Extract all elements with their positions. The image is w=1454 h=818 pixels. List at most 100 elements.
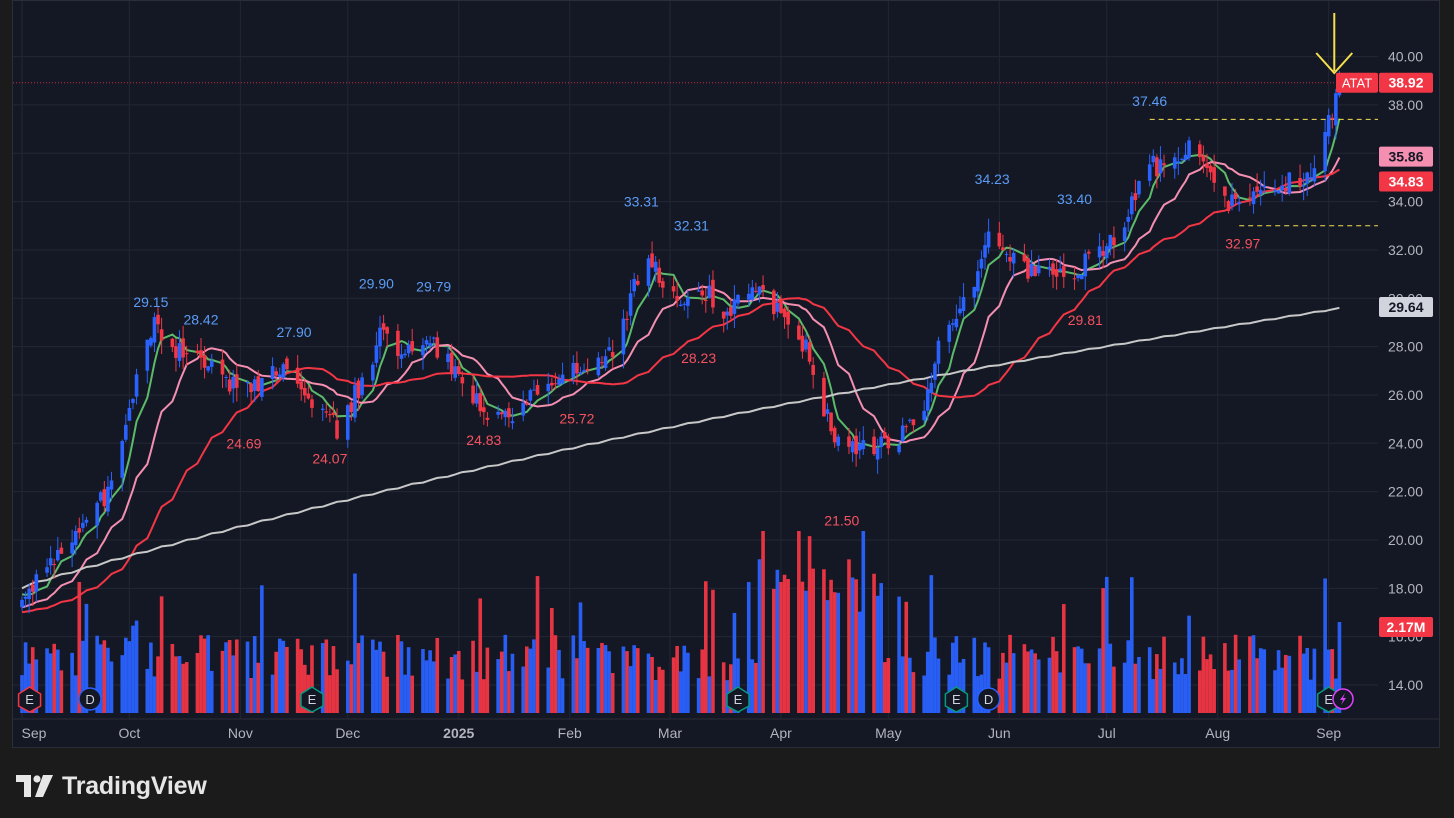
volume-bar: [646, 653, 651, 713]
volume-bar: [911, 672, 916, 713]
candle-body: [403, 353, 407, 356]
candle-body: [986, 231, 991, 248]
volume-bar: [1137, 657, 1141, 713]
candle-body: [152, 317, 157, 343]
candle-body: [20, 599, 24, 608]
candle-body: [81, 522, 85, 528]
volume-bar: [1212, 669, 1216, 713]
volume-bar: [184, 662, 189, 713]
earnings-icon-label: E: [952, 692, 961, 707]
volume-bar: [804, 590, 808, 713]
price-tag-value: 34.83: [1388, 174, 1423, 190]
volume-bar: [850, 577, 855, 713]
candle-body: [1047, 266, 1052, 270]
volume-bar: [546, 667, 551, 713]
candle-body: [825, 409, 830, 414]
volume-bar: [1147, 647, 1152, 713]
candle-body: [324, 411, 329, 413]
candle-body: [1112, 237, 1116, 246]
volume-bar: [1208, 654, 1213, 713]
candle-body: [224, 376, 228, 378]
candle-body: [1298, 178, 1302, 187]
price-label: 28.23: [681, 350, 716, 366]
price-tick-label: 34.00: [1388, 194, 1423, 210]
candle-body: [1147, 164, 1152, 181]
price-chart[interactable]: 29.15 28.42 27.90 24.69 24.07 29.90 29.79 24.83…: [13, 1, 1440, 748]
volume-bar: [621, 646, 626, 713]
candle-body: [582, 370, 586, 372]
candle-body: [202, 355, 207, 368]
volume-bar: [1226, 670, 1231, 713]
candle-body: [854, 435, 858, 455]
brand[interactable]: TradingView: [16, 770, 207, 802]
candle-body: [199, 350, 203, 358]
price-tick-label: 20.00: [1388, 532, 1423, 548]
candle-body: [460, 377, 465, 384]
earnings-icon-label: E: [25, 692, 34, 707]
volume-bars: [20, 531, 1342, 713]
volume-bar: [460, 679, 465, 713]
candle-body: [775, 303, 780, 312]
volume-bar: [1176, 674, 1181, 713]
candle-body: [145, 339, 150, 371]
candle-body: [507, 408, 511, 418]
volume-bar: [603, 645, 608, 713]
candle-body: [149, 338, 153, 346]
candle-body: [252, 379, 257, 391]
volume-bar: [757, 559, 762, 713]
candle-body: [1305, 172, 1310, 184]
candle-body: [124, 424, 128, 440]
candle-body: [607, 347, 611, 351]
time-tick-label: Jul: [1098, 725, 1116, 741]
price-axis[interactable]: 14.0016.0018.0020.0022.0024.0026.0028.00…: [1378, 1, 1440, 719]
price-tick-label: 38.00: [1388, 97, 1423, 113]
candle-body: [675, 295, 679, 301]
candle-body: [328, 414, 332, 416]
candle-body: [345, 405, 350, 440]
candle-body: [385, 327, 389, 334]
volume-bar: [48, 653, 53, 713]
candle-body: [510, 421, 515, 424]
candle-body: [306, 393, 311, 399]
chart-area[interactable]: 29.15 28.42 27.90 24.69 24.07 29.90 29.79 24.83…: [12, 0, 1440, 748]
volume-bar: [782, 574, 787, 713]
volume-bar: [1076, 646, 1080, 713]
volume-bar: [224, 642, 228, 713]
candle-body: [1004, 253, 1009, 255]
candle-body: [1326, 115, 1331, 137]
candle-body: [632, 278, 636, 292]
volume-bar: [607, 651, 611, 713]
candle-body: [1104, 246, 1109, 259]
volume-bar: [127, 641, 132, 713]
volume-bar: [585, 647, 590, 713]
candle-body: [177, 343, 182, 361]
candle-body: [621, 318, 626, 355]
volume-bar: [503, 634, 508, 713]
candle-body: [750, 287, 755, 300]
time-tick-label: Sep: [22, 725, 47, 741]
volume-bar: [356, 643, 361, 713]
price-label: 34.23: [975, 171, 1010, 187]
volume-bar: [109, 661, 114, 713]
candle-body: [829, 412, 833, 432]
volume-bar: [449, 657, 454, 713]
volume-bar: [1151, 679, 1156, 713]
volume-bar: [424, 660, 429, 713]
volume-bar: [199, 635, 203, 713]
volume-bar: [227, 640, 232, 713]
candle-body: [972, 286, 977, 298]
candle-body: [1083, 253, 1088, 277]
volume-bar: [1273, 670, 1277, 713]
volume-bar: [1172, 662, 1177, 713]
candle-body: [30, 584, 35, 592]
candle-body: [431, 337, 436, 339]
volume-bar: [696, 678, 701, 713]
volume-bar: [170, 643, 175, 713]
volume-bar: [499, 651, 504, 713]
volume-bar: [385, 676, 389, 713]
candle-body: [661, 281, 665, 288]
volume-bar: [399, 641, 404, 713]
candle-body: [879, 436, 883, 448]
time-axis[interactable]: Sep Oct Nov Dec 2025 Feb Mar Apr May Jun Jul Aug Sep: [13, 718, 1440, 741]
volume-bar: [686, 652, 690, 713]
